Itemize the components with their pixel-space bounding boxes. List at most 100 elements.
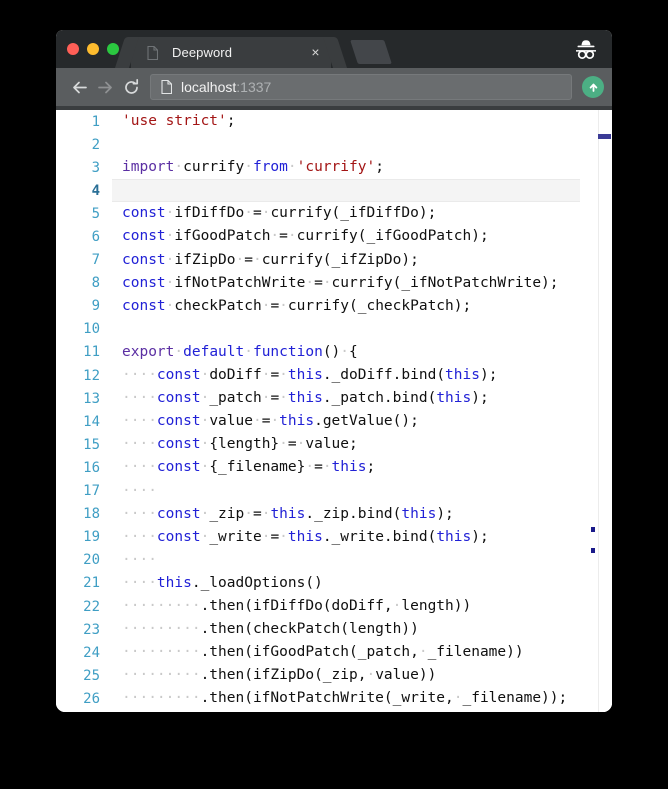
maximize-window-button[interactable] — [107, 43, 119, 55]
code-line-text[interactable]: ····const·value·=·this.getValue(); — [112, 410, 580, 433]
code-token: = — [270, 297, 280, 314]
reload-button[interactable] — [118, 74, 144, 100]
code-line-text[interactable]: ·········.then(ifZipDo(_zip,·value)) — [112, 664, 580, 687]
code-line-text[interactable]: ·········.then(ifNotPatchWrite(_write,·_… — [112, 687, 580, 710]
line-number: 26 — [83, 690, 100, 707]
code-line[interactable]: 21 ····this._loadOptions() — [56, 572, 612, 595]
code-line-text[interactable]: export·default·function()·{ — [112, 341, 580, 364]
code-line-text[interactable]: ·········.then(ifGoodPatch(_patch,·_file… — [112, 641, 580, 664]
code-token: ···· — [122, 390, 157, 407]
line-number: 8 — [91, 275, 100, 292]
code-line-text[interactable]: ···· — [112, 549, 580, 572]
code-line-text[interactable]: const·ifNotPatchWrite·=·currify(_ifNotPa… — [112, 272, 580, 295]
code-line-text[interactable]: ····const·_patch·=·this._patch.bind(this… — [112, 387, 580, 410]
code-token: _filename)) — [427, 644, 524, 661]
back-button[interactable] — [66, 74, 92, 100]
code-line[interactable]: 22 ·········.then(ifDiffDo(doDiff,·length… — [56, 595, 612, 618]
titlebar: Deepword × — [56, 30, 612, 68]
code-token: ifNotPatchWrite — [174, 274, 306, 291]
scrollbar-thumb[interactable] — [598, 134, 611, 139]
code-token: ._loadOptions() — [191, 574, 323, 591]
code-line-text[interactable]: ····this._loadOptions() — [112, 572, 580, 595]
reload-icon — [124, 78, 138, 94]
code-line[interactable]: 9 const·checkPatch·=·currify(_checkPatch)… — [56, 295, 612, 318]
code-token: · — [279, 297, 288, 314]
code-line[interactable]: 5 const·ifDiffDo·=·currify(_ifDiffDo); — [56, 202, 612, 225]
code-line-text[interactable]: const·ifZipDo·=·currify(_ifZipDo); — [112, 249, 580, 272]
close-window-button[interactable] — [67, 43, 79, 55]
code-token: · — [340, 343, 350, 360]
code-lines[interactable]: 1'use strict'; 2 3 import·currify·from·'cur… — [56, 110, 612, 710]
code-line[interactable]: 1 'use strict'; — [56, 110, 612, 133]
code-line-text[interactable]: const·checkPatch·=·currify(_checkPatch); — [112, 295, 580, 318]
new-tab-button[interactable] — [350, 40, 392, 64]
code-line[interactable]: 2 — [56, 133, 612, 156]
code-line[interactable]: 20 ···· — [56, 549, 612, 572]
code-line[interactable]: 11 export·default·function()·{ — [56, 341, 612, 364]
code-line[interactable]: 10 — [56, 318, 612, 341]
code-line-text[interactable]: const·ifGoodPatch·=·currify(_ifGoodPatch… — [112, 225, 580, 248]
code-line-text[interactable]: const·ifDiffDo·=·currify(_ifDiffDo); — [112, 202, 580, 225]
upload-button[interactable] — [582, 76, 604, 98]
code-line[interactable]: 8 const·ifNotPatchWrite·=·currify(_ifNotP… — [56, 272, 612, 295]
code-line[interactable]: 25 ·········.then(ifZipDo(_zip,·value)) — [56, 664, 612, 687]
code-token: this — [445, 367, 480, 384]
code-token: this — [287, 367, 323, 384]
code-token: · — [244, 159, 253, 176]
code-line-text[interactable]: import·currify·from·'currify'; — [112, 156, 580, 179]
code-line-text[interactable]: ····const·{length}·=·value; — [112, 433, 580, 456]
code-line[interactable]: 24 ·········.then(ifGoodPatch(_patch,·_fi… — [56, 641, 612, 664]
code-line-text[interactable]: 'use strict'; — [112, 110, 580, 133]
line-number: 23 — [83, 621, 100, 638]
code-line-text[interactable]: ·········.then(ifDiffDo(doDiff,·length)) — [112, 595, 580, 618]
code-line-text[interactable] — [112, 133, 580, 156]
scrollbar-track[interactable] — [598, 110, 612, 712]
diff-marker — [591, 527, 595, 532]
code-line[interactable]: 19 ····const·_write·=·this._write.bind(th… — [56, 526, 612, 549]
code-token: · — [287, 159, 297, 176]
code-token: this — [436, 528, 472, 545]
code-line[interactable]: 23 ·········.then(checkPatch(length)) — [56, 618, 612, 641]
code-line-text[interactable]: ····const·doDiff·=·this._doDiff.bind(thi… — [112, 364, 580, 387]
code-token: currify(_checkPatch); — [287, 297, 472, 314]
code-token: { — [349, 343, 358, 360]
code-line[interactable]: 3 import·currify·from·'currify'; — [56, 156, 612, 179]
code-token: from — [252, 159, 288, 176]
code-line[interactable]: 6 const·ifGoodPatch·=·currify(_ifGoodPatc… — [56, 225, 612, 248]
code-line-text[interactable]: ·········.then(checkPatch(length)) — [112, 618, 580, 641]
code-token: ········· — [122, 690, 201, 707]
code-line[interactable]: 18 ····const·_zip·=·this._zip.bind(this); — [56, 503, 612, 526]
code-scroll-area[interactable]: 1'use strict'; 2 3 import·currify·from·'cur… — [56, 110, 612, 712]
code-line-text[interactable]: ···· — [112, 480, 580, 503]
code-line-text[interactable] — [112, 318, 580, 341]
code-token: import — [122, 159, 175, 176]
close-icon[interactable]: × — [308, 45, 323, 60]
code-line[interactable]: 15 ····const·{length}·=·value; — [56, 433, 612, 456]
code-token: 'use strict' — [122, 113, 227, 129]
code-line[interactable]: 17 ···· — [56, 480, 612, 503]
code-line[interactable]: 12 ····const·doDiff·=·this._doDiff.bind(t… — [56, 364, 612, 387]
code-line-text[interactable]: ····const·{_filename}·=·this; — [112, 456, 580, 479]
code-line-text[interactable]: ····const·_zip·=·this._zip.bind(this); — [112, 503, 580, 526]
code-token: const — [156, 413, 201, 430]
address-bar[interactable]: localhost:1337 — [150, 74, 572, 100]
code-line[interactable]: 16 ····const·{_filename}·=·this; — [56, 456, 612, 479]
line-number: 25 — [83, 667, 100, 684]
code-line[interactable]: 13 ····const·_patch·=·this._patch.bind(th… — [56, 387, 612, 410]
forward-button[interactable] — [92, 74, 118, 100]
code-line[interactable]: 26 ·········.then(ifNotPatchWrite(_write,… — [56, 687, 612, 710]
tab-deepword[interactable]: Deepword × — [131, 37, 331, 68]
code-token: ···· — [122, 482, 157, 499]
window-controls — [67, 43, 119, 55]
code-line-text[interactable]: ····const·_write·=·this._write.bind(this… — [112, 526, 580, 549]
code-line-text[interactable] — [112, 179, 580, 203]
incognito-icon — [571, 37, 601, 61]
code-token: ···· — [122, 528, 157, 545]
minimize-window-button[interactable] — [87, 43, 99, 55]
code-line[interactable]: 4 — [56, 179, 612, 203]
code-line[interactable]: 14 ····const·value·=·this.getValue(); — [56, 410, 612, 433]
code-editor[interactable]: 1'use strict'; 2 3 import·currify·from·'cur… — [56, 106, 612, 712]
line-number: 12 — [83, 367, 100, 384]
code-line[interactable]: 7 const·ifZipDo·=·currify(_ifZipDo); — [56, 249, 612, 272]
code-token: · — [174, 159, 184, 176]
